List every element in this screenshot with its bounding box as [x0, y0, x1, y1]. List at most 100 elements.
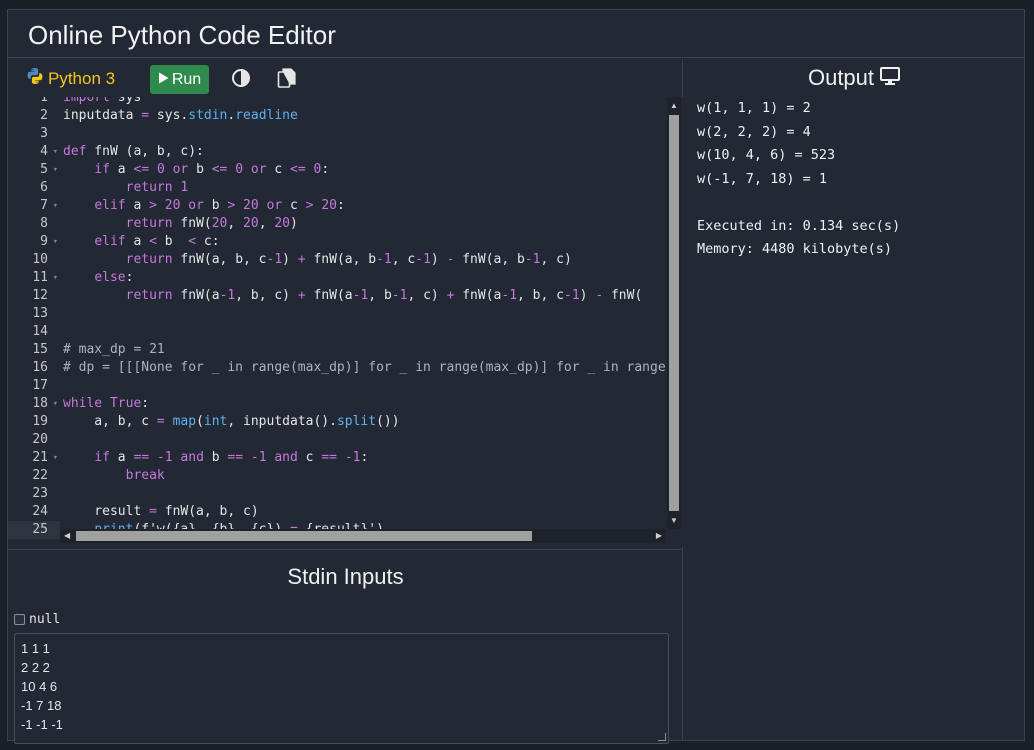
- fold-arrow-icon[interactable]: ▾: [53, 269, 58, 287]
- code-line[interactable]: else:: [63, 269, 665, 287]
- toolbar: Python 3 Run: [8, 59, 683, 97]
- scroll-left-icon[interactable]: ◀: [64, 531, 70, 540]
- line-number: 22: [32, 468, 48, 483]
- page-title: Online Python Code Editor: [28, 20, 336, 50]
- code-line[interactable]: a, b, c = map(int, inputdata().split()): [63, 413, 665, 431]
- code-line[interactable]: [63, 125, 665, 143]
- language-label: Python 3: [48, 68, 116, 88]
- line-number: 8: [40, 216, 48, 231]
- line-number: 17: [32, 378, 48, 393]
- output-line: w(10, 4, 6) = 523: [697, 147, 836, 163]
- code-line[interactable]: elif a > 20 or b > 20 or c > 20:: [63, 197, 665, 215]
- line-number: 23: [32, 486, 48, 501]
- vertical-scrollbar[interactable]: ▲ ▼: [667, 97, 681, 529]
- line-number: 19: [32, 414, 48, 429]
- output-header: Output: [684, 65, 1024, 91]
- code-line[interactable]: def fnW (a, b, c):: [63, 143, 665, 161]
- fold-arrow-icon[interactable]: ▾: [53, 395, 58, 413]
- output-console: w(1, 1, 1) = 2 w(2, 2, 2) = 4 w(10, 4, 6) …: [697, 97, 900, 262]
- contrast-icon[interactable]: [231, 68, 251, 88]
- stdin-line: -1 -1 -1: [21, 717, 63, 732]
- stdin-line: -1 7 18: [21, 698, 62, 713]
- monitor-icon: [880, 65, 901, 91]
- line-number: 6: [40, 180, 48, 195]
- line-number: 2: [40, 108, 48, 123]
- line-number: 9 ▾: [40, 233, 58, 251]
- line-number: 25: [8, 521, 60, 539]
- run-label: Run: [171, 70, 202, 88]
- output-title: Output: [807, 65, 875, 90]
- code-line[interactable]: import sys: [63, 97, 665, 107]
- line-number: 18 ▾: [32, 395, 58, 413]
- horizontal-scrollbar[interactable]: ◀ ▶: [60, 529, 666, 543]
- fold-arrow-icon[interactable]: ▾: [53, 449, 58, 467]
- output-line: w(2, 2, 2) = 4: [697, 123, 811, 140]
- code-line[interactable]: [63, 431, 665, 449]
- code-line[interactable]: result = fnW(a, b, c): [63, 503, 665, 521]
- line-number: 5 ▾: [40, 161, 58, 179]
- code-line[interactable]: # max_dp = 21: [63, 341, 665, 359]
- output-line: Executed in: 0.134 sec(s): [697, 217, 901, 234]
- code-line[interactable]: return 1: [63, 179, 665, 197]
- fold-arrow-icon[interactable]: ▾: [53, 233, 58, 251]
- python-icon: [26, 67, 44, 90]
- code-line[interactable]: return fnW(a-1, b, c) + fnW(a-1, b-1, c)…: [63, 287, 665, 305]
- language-selector[interactable]: Python 3: [26, 67, 115, 90]
- line-number: 13: [32, 306, 48, 321]
- stdin-line: 2 2 2: [21, 660, 50, 675]
- stdin-lines: 1 1 1 2 2 2 10 4 6 -1 7 18 -1 -1 -1: [21, 639, 662, 734]
- stdin-line: 1 1 1: [21, 641, 50, 656]
- stdin-title: Stdin Inputs: [287, 564, 404, 589]
- code-line[interactable]: inputdata = sys.stdin.readline: [63, 107, 665, 125]
- fold-arrow-icon[interactable]: ▾: [53, 143, 58, 161]
- code-line[interactable]: return fnW(a, b, c-1) + fnW(a, b-1, c-1)…: [63, 251, 665, 269]
- code-line[interactable]: [63, 323, 665, 341]
- code-line[interactable]: elif a < b < c:: [63, 233, 665, 251]
- line-number: 3: [40, 126, 48, 141]
- code-line[interactable]: [63, 305, 665, 323]
- null-checkbox-row[interactable]: null: [14, 612, 60, 627]
- code-editor[interactable]: 1 2 3 4 ▾ 5 ▾ 6 7 ▾ 8 9 ▾ 10 11 ▾ 12 13 14 15 16 17 18 ▾ 19 20 21 ▾…: [8, 97, 683, 547]
- code-line[interactable]: return fnW(20, 20, 20): [63, 215, 665, 233]
- line-number: 20: [32, 432, 48, 447]
- output-pane: Output w(1, 1, 1) = 2 w(2, 2, 2) = 4 w(10,…: [684, 59, 1024, 740]
- run-button[interactable]: Run: [150, 65, 209, 94]
- line-number: 10: [32, 252, 48, 267]
- scroll-down-icon[interactable]: ▼: [670, 516, 678, 525]
- line-number: 4 ▾: [40, 143, 58, 161]
- code-line[interactable]: break: [63, 467, 665, 485]
- code-line[interactable]: # dp = [[[None for _ in range(max_dp)] f…: [63, 359, 665, 377]
- line-number: 16: [32, 360, 48, 375]
- line-number: 14: [32, 324, 48, 339]
- left-pane: Python 3 Run 1234 ▾ 5 ▾ 6 7 ▾ 8 9 ▾ 10 1…: [8, 59, 683, 744]
- horizontal-scroll-thumb[interactable]: [76, 531, 532, 541]
- output-line: Memory: 4480 kilobyte(s): [697, 241, 893, 257]
- scroll-up-icon[interactable]: ▲: [670, 101, 678, 110]
- fold-arrow-icon[interactable]: ▾: [53, 197, 58, 215]
- line-number: 12: [32, 288, 48, 303]
- output-line: w(1, 1, 1) = 2: [697, 100, 811, 116]
- line-number: 7 ▾: [40, 197, 58, 215]
- code-line[interactable]: if a <= 0 or b <= 0 or c <= 0:: [63, 161, 665, 179]
- code-area[interactable]: import sys inputdata = sys.stdin.readline…: [63, 97, 665, 539]
- line-number: 11 ▾: [32, 269, 58, 287]
- stdin-textarea[interactable]: 1 1 1 2 2 2 10 4 6 -1 7 18 -1 -1 -1: [14, 633, 669, 744]
- scroll-right-icon[interactable]: ▶: [656, 531, 662, 540]
- line-number: 15: [32, 342, 48, 357]
- play-icon: [158, 71, 169, 89]
- code-line[interactable]: if a == -1 and b == -1 and c == -1:: [63, 449, 665, 467]
- line-number: 1: [40, 97, 48, 105]
- fold-arrow-icon[interactable]: ▾: [53, 161, 58, 179]
- null-checkbox[interactable]: [14, 614, 25, 625]
- line-number: 24: [32, 504, 48, 519]
- code-line[interactable]: [63, 377, 665, 395]
- code-line[interactable]: while True:: [63, 395, 665, 413]
- editor-app: Online Python Code Editor Python 3 Run 1…: [7, 9, 1025, 744]
- code-line[interactable]: [63, 485, 665, 503]
- vertical-scroll-thumb[interactable]: [669, 115, 679, 511]
- resize-grip-icon[interactable]: [658, 733, 666, 741]
- output-line: w(-1, 7, 18) = 1: [697, 170, 828, 187]
- copy-icon[interactable]: [277, 67, 297, 89]
- line-number-gutter: 1 2 3 4 ▾ 5 ▾ 6 7 ▾ 8 9 ▾ 10 11 ▾ 12 13 14 15 16 17 18 ▾ 19 20 21 ▾…: [8, 97, 60, 539]
